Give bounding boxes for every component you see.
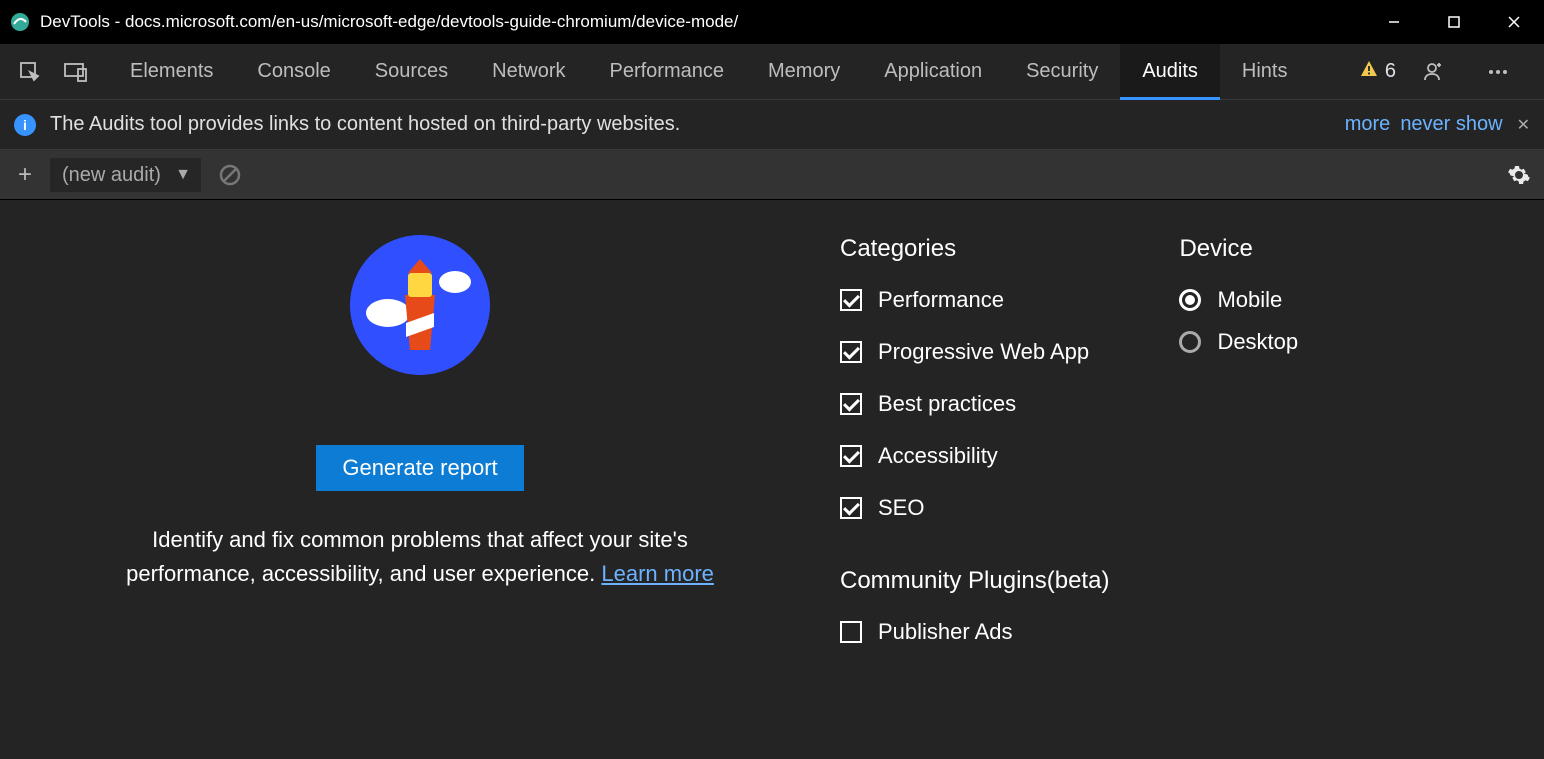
categories-column: Categories Performance Progressive Web A… [840,235,1109,739]
community-group: Publisher Ads [840,619,1109,645]
more-options-icon[interactable] [1478,52,1518,92]
radio-desktop[interactable]: Desktop [1179,329,1298,355]
tab-performance[interactable]: Performance [588,44,747,100]
community-plugins-title: Community Plugins(beta) [840,567,1109,595]
checkbox-label: Best practices [878,391,1016,417]
checkbox-pwa[interactable]: Progressive Web App [840,339,1109,365]
tab-hints[interactable]: Hints [1220,44,1310,100]
device-toggle-icon[interactable] [56,52,96,92]
radio-mobile[interactable]: Mobile [1179,287,1298,313]
tab-network[interactable]: Network [470,44,587,100]
generate-report-button[interactable]: Generate report [316,445,523,491]
info-text: The Audits tool provides links to conten… [50,113,1345,136]
tab-audits[interactable]: Audits [1120,44,1220,100]
toolbar-right: 6 [1359,52,1534,92]
radio-icon [1179,331,1201,353]
checkbox-icon [840,497,862,519]
lighthouse-logo [350,235,490,375]
tab-memory[interactable]: Memory [746,44,862,100]
tab-security[interactable]: Security [1004,44,1120,100]
checkbox-label: SEO [878,495,924,521]
maximize-button[interactable] [1424,0,1484,44]
audits-options: Categories Performance Progressive Web A… [820,235,1298,739]
checkbox-label: Performance [878,287,1004,313]
warning-icon [1359,59,1379,85]
tab-console[interactable]: Console [235,44,352,100]
warnings-badge[interactable]: 6 [1359,59,1396,85]
app-icon [10,12,30,32]
info-never-show-link[interactable]: never show [1400,113,1502,136]
devtools-tabs: Elements Console Sources Network Perform… [108,44,1359,100]
audits-toolbar: + (new audit) ▼ [0,150,1544,200]
categories-group: Performance Progressive Web App Best pra… [840,287,1109,521]
checkbox-icon [840,341,862,363]
device-title: Device [1179,235,1298,263]
checkbox-label: Publisher Ads [878,619,1013,645]
checkbox-publisher-ads[interactable]: Publisher Ads [840,619,1109,645]
audits-description: Identify and fix common problems that af… [110,523,730,591]
audits-panel: Generate report Identify and fix common … [0,200,1544,759]
settings-button[interactable] [1504,160,1534,190]
learn-more-link[interactable]: Learn more [601,561,714,586]
device-group: Mobile Desktop [1179,287,1298,355]
tab-application[interactable]: Application [862,44,1004,100]
tab-elements[interactable]: Elements [108,44,235,100]
minimize-button[interactable] [1364,0,1424,44]
checkbox-icon [840,621,862,643]
radio-label: Desktop [1217,329,1298,355]
info-bar: i The Audits tool provides links to cont… [0,100,1544,150]
checkbox-icon [840,445,862,467]
checkbox-label: Accessibility [878,443,998,469]
checkbox-label: Progressive Web App [878,339,1089,365]
checkbox-seo[interactable]: SEO [840,495,1109,521]
checkbox-accessibility[interactable]: Accessibility [840,443,1109,469]
radio-label: Mobile [1217,287,1282,313]
info-close-icon[interactable]: ✕ [1517,115,1530,135]
device-column: Device Mobile Desktop [1179,235,1298,739]
devtools-toolbar: Elements Console Sources Network Perform… [0,44,1544,100]
checkbox-best-practices[interactable]: Best practices [840,391,1109,417]
feedback-icon[interactable] [1414,52,1454,92]
audit-select-wrap: (new audit) ▼ [50,158,201,192]
close-button[interactable] [1484,0,1544,44]
new-audit-button[interactable]: + [10,160,40,190]
tab-sources[interactable]: Sources [353,44,470,100]
checkbox-performance[interactable]: Performance [840,287,1109,313]
audits-intro: Generate report Identify and fix common … [20,235,820,739]
checkbox-icon [840,289,862,311]
info-links: more never show ✕ [1345,113,1530,136]
radio-icon [1179,289,1201,311]
categories-title: Categories [840,235,1109,263]
info-more-link[interactable]: more [1345,113,1391,136]
inspect-element-icon[interactable] [10,52,50,92]
window-titlebar: DevTools - docs.microsoft.com/en-us/micr… [0,0,1544,44]
audit-select[interactable]: (new audit) [50,158,201,192]
window-controls [1364,0,1544,44]
window-title: DevTools - docs.microsoft.com/en-us/micr… [40,12,1364,32]
checkbox-icon [840,393,862,415]
clear-button[interactable] [215,160,245,190]
warning-count: 6 [1385,60,1396,83]
info-icon: i [14,114,36,136]
